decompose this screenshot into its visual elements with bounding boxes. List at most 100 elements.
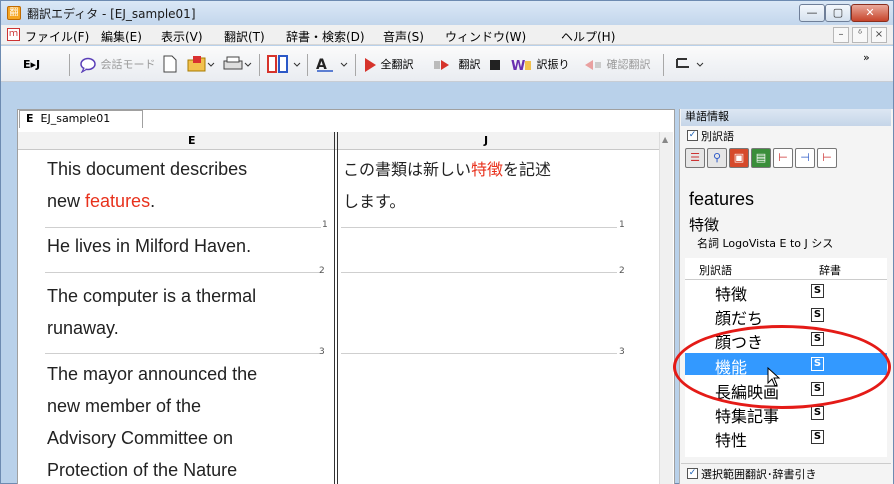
column-layout-icon xyxy=(267,55,301,73)
segment-separator xyxy=(341,227,617,228)
layout-button[interactable] xyxy=(267,55,303,75)
segment-4-english-line-2[interactable]: new member of the xyxy=(47,391,201,422)
vertical-scrollbar[interactable] xyxy=(659,132,673,484)
dictionary-lookup-icon[interactable]: ▣ xyxy=(729,148,749,168)
dictionary-s-icon: S xyxy=(811,406,824,420)
alt-word-checkbox[interactable]: ✓ xyxy=(687,130,698,141)
menu-view[interactable]: 表示(V) xyxy=(161,28,203,45)
chat-mode-label: 会話モード xyxy=(100,58,156,71)
play-icon xyxy=(365,58,376,72)
translate-all-button[interactable]: 全翻訳 xyxy=(363,55,414,75)
menu-file[interactable]: ファイル(F) xyxy=(25,28,89,45)
scroll-up-arrow-icon[interactable]: ▲ xyxy=(662,135,668,144)
confirm-translate-button[interactable]: 確認翻訳 xyxy=(583,55,651,75)
new-document-icon xyxy=(163,55,177,73)
alternative-row[interactable]: 特性 S xyxy=(685,426,887,450)
menu-dictionary-search[interactable]: 辞書・検索(D) xyxy=(286,28,365,45)
alternative-word: 特集記事 xyxy=(715,407,780,426)
dictionary-tool-icon[interactable]: ☰ xyxy=(685,148,705,168)
segment-separator xyxy=(341,353,617,354)
segment-number: 2 xyxy=(319,266,325,276)
segment-4-english-line-1[interactable]: The mayor announced the xyxy=(47,359,257,390)
word-assign-button[interactable]: W 訳振り xyxy=(511,55,570,75)
segment-1-english-line-2[interactable]: new features. xyxy=(47,186,155,217)
alternative-word: 顔だち xyxy=(715,309,764,328)
alternative-row-selected[interactable]: 機能 S xyxy=(685,353,887,377)
mouse-cursor-icon xyxy=(767,367,781,387)
segment-number: 3 xyxy=(619,347,625,357)
alternatives-header: 別訳語 辞書 xyxy=(685,258,887,280)
segment-4-english-line-4[interactable]: Protection of the Nature xyxy=(47,455,237,484)
document-icon[interactable]: ｍ xyxy=(7,28,20,41)
alternative-row[interactable]: 特徴 S xyxy=(685,280,887,304)
stop-icon xyxy=(490,60,500,70)
highlighted-word-features[interactable]: features xyxy=(85,191,150,211)
segment-number: 3 xyxy=(319,347,325,357)
panel-title: 単語情報 xyxy=(681,109,891,126)
menu-voice[interactable]: 音声(S) xyxy=(383,28,424,45)
mdi-minimize-button[interactable]: – xyxy=(833,27,849,43)
toolbar-separator xyxy=(69,54,70,76)
menu-bar: ｍ ファイル(F) 編集(E) 表示(V) 翻訳(T) 辞書・検索(D) 音声(… xyxy=(1,25,893,45)
column-divider[interactable] xyxy=(334,132,338,484)
alternatives-list: 特徴 S 顔だち S 顔つき S 機能 S 長編映画 S 特集記事 S 特性 S xyxy=(685,280,887,457)
segment-separator xyxy=(45,353,321,354)
translate-button[interactable]: 翻訳 xyxy=(433,55,481,75)
mdi-restore-button[interactable]: ᵟ xyxy=(852,27,868,43)
extend-range-icon[interactable]: ⊢ xyxy=(817,148,837,168)
segment-3-english-line-2[interactable]: runaway. xyxy=(47,313,119,344)
highlighted-word-tokuchou[interactable]: 特徴 xyxy=(471,160,503,179)
segment-1-english-period: . xyxy=(150,191,156,211)
new-document-button[interactable] xyxy=(163,55,177,75)
open-file-button[interactable] xyxy=(187,55,215,75)
user-dictionary-icon[interactable]: ▤ xyxy=(751,148,771,168)
column-header-japanese: J xyxy=(484,134,489,147)
direction-selector[interactable]: E▸J xyxy=(23,55,40,75)
document-tab-prefix: E xyxy=(26,112,34,125)
title-bar[interactable]: 翻 翻訳エディタ - [EJ_sample01] — ▢ ✕ xyxy=(1,1,893,25)
alternative-row[interactable]: 特集記事 S xyxy=(685,402,887,426)
app-window: 翻 翻訳エディタ - [EJ_sample01] — ▢ ✕ ｍ ファイル(F)… xyxy=(0,0,894,484)
open-file-icon xyxy=(187,56,215,72)
alternative-row[interactable]: 顔だち S xyxy=(685,304,887,328)
alternative-word: 機能 xyxy=(715,358,748,377)
maximize-button[interactable]: ▢ xyxy=(825,4,851,22)
dictionary-s-icon: S xyxy=(811,357,824,371)
segment-1-japanese-line-1[interactable]: この書類は新しい特徴を記述 xyxy=(343,154,551,185)
menu-help[interactable]: ヘルプ(H) xyxy=(561,28,615,45)
stop-button[interactable] xyxy=(489,55,501,75)
alternative-row[interactable]: 顔つき S xyxy=(685,328,887,352)
alternative-word: 顔つき xyxy=(715,333,764,352)
search-icon[interactable]: ⚲ xyxy=(707,148,727,168)
segment-1-english-line-1[interactable]: This document describes xyxy=(47,154,247,185)
app-icon: 翻 xyxy=(7,6,21,20)
document-tab[interactable]: E EJ_sample01 xyxy=(19,110,143,128)
segment-2-english-line-1[interactable]: He lives in Milford Haven. xyxy=(47,231,251,262)
alternative-row[interactable]: 長編映画 S xyxy=(685,378,887,402)
menu-translate[interactable]: 翻訳(T) xyxy=(224,28,265,45)
toolbar-separator xyxy=(307,54,308,76)
previous-word-icon[interactable]: ⊢ xyxy=(773,148,793,168)
segment-1-english-text: new xyxy=(47,191,86,211)
dictionary-column-label: 辞書 xyxy=(819,264,841,277)
close-button[interactable]: ✕ xyxy=(851,4,889,22)
alternatives-column-label: 別訳語 xyxy=(699,264,732,277)
print-button[interactable] xyxy=(223,55,253,75)
mdi-close-button[interactable]: × xyxy=(871,27,887,43)
dictionary-s-icon: S xyxy=(811,332,824,346)
segment-3-english-line-1[interactable]: The computer is a thermal xyxy=(47,281,256,312)
segment-1-japanese-text: この書類は新しい xyxy=(343,160,472,179)
toolbar-separator xyxy=(355,54,356,76)
alternative-word: 特徴 xyxy=(715,285,748,304)
font-size-button[interactable]: A xyxy=(315,55,351,75)
segment-4-english-line-3[interactable]: Advisory Committee on xyxy=(47,423,233,454)
minimize-button[interactable]: — xyxy=(799,4,825,22)
selection-translate-checkbox[interactable]: ✓ xyxy=(687,468,698,479)
menu-edit[interactable]: 編集(E) xyxy=(101,28,142,45)
chat-mode-button[interactable]: 会話モード xyxy=(79,55,156,75)
menu-window[interactable]: ウィンドウ(W) xyxy=(445,28,526,45)
segment-1-japanese-line-2[interactable]: します。 xyxy=(343,186,405,217)
toolbar-overflow-button[interactable]: » xyxy=(863,48,870,68)
undo-button[interactable] xyxy=(673,55,707,75)
next-word-icon[interactable]: ⊣ xyxy=(795,148,815,168)
